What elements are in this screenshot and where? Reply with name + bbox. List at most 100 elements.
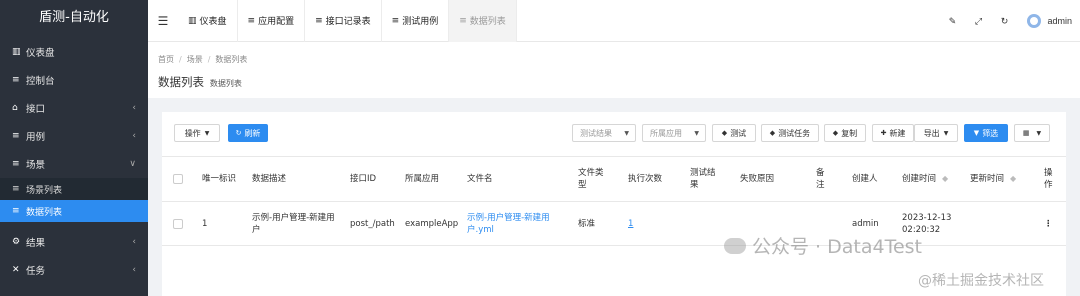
sidebar-item-label: 用例 — [26, 132, 46, 143]
plus-icon: ✚ — [880, 129, 887, 137]
top-right-tools: ✎ ⤢ ↻ admin — [939, 0, 1072, 42]
bank-icon: ⌂ — [12, 103, 18, 113]
sidebar-item-task[interactable]: ✕ 任务 ‹ — [0, 256, 148, 284]
select-all-checkbox[interactable] — [170, 157, 186, 201]
filter-icon: ▼ — [973, 129, 980, 137]
top-bar: ☰ ▥ 仪表盘 ≡ 应用配置 ≡ 接口记录表 ≡ 测试用例 ≡ 数据列表 ✎ ⤢… — [148, 0, 1080, 42]
app-brand: 盾测-自动化 — [39, 10, 109, 25]
filter-button[interactable]: ▼ 筛选 — [964, 124, 1008, 142]
test-button[interactable]: ◆ 测试 — [712, 124, 756, 142]
breadcrumb-item-scene[interactable]: 场景 — [187, 55, 203, 64]
fullscreen-icon[interactable]: ⤢ — [965, 16, 991, 27]
app-filter-select[interactable]: 所属应用 ▼ — [642, 124, 706, 142]
sidebar-item-label: 任务 — [26, 266, 46, 277]
expand-icon: ✕ — [12, 265, 20, 275]
column-header[interactable]: 执行次数 — [628, 157, 668, 201]
tab-label: 应用配置 — [258, 17, 295, 27]
table-header: 唯一标识 数据描述 接口ID 所属应用 文件名 文件类型 执行次数 测试结果 失… — [162, 156, 1066, 202]
tab-dashboard[interactable]: ▥ 仪表盘 — [178, 0, 238, 42]
pin-icon[interactable]: ✎ — [939, 16, 965, 27]
exec-count-link[interactable]: 1 — [628, 218, 633, 230]
chevron-left-icon: ‹ — [132, 131, 136, 141]
diamond-icon: ◆ — [832, 129, 839, 137]
sort-icon: ◆ — [1010, 174, 1017, 183]
tab-label: 仪表盘 — [199, 17, 227, 27]
caret-down-icon: ▼ — [1036, 129, 1042, 137]
column-header[interactable]: 数据描述 — [252, 157, 332, 201]
sidebar-item-label: 场景 — [26, 160, 46, 171]
table-toolbar: 操作 ▼ ↻ 刷新 测试结果 ▼ 所属应用 ▼ ◆ 测试 ◆ 测试任务 ◆ 复制… — [162, 112, 1066, 154]
columns-dropdown[interactable]: ▦ ▼ — [1014, 124, 1050, 142]
bar-chart-icon: ▥ — [188, 15, 197, 26]
row-checkbox[interactable] — [170, 202, 186, 245]
sidebar-item-scene[interactable]: ≡ 场景 ∨ — [0, 150, 148, 178]
test-task-button[interactable]: ◆ 测试任务 — [761, 124, 819, 142]
sidebar-item-label: 控制台 — [26, 76, 55, 87]
tab-data-list[interactable]: ≡ 数据列表 — [449, 0, 517, 42]
table-row[interactable]: 1 示例-用户管理-新建用户 post_/path exampleApp 示例-… — [162, 202, 1066, 246]
tab-app-config[interactable]: ≡ 应用配置 — [238, 0, 306, 42]
sidebar-subitem-scene-list[interactable]: ≡ 场景列表 — [0, 178, 148, 200]
column-header[interactable]: 唯一标识 — [202, 157, 236, 201]
column-header[interactable]: 所属应用 — [405, 157, 455, 201]
chevron-left-icon: ‹ — [132, 103, 136, 113]
cell-exec-count[interactable]: 1 — [628, 202, 668, 245]
sidebar-subitem-data-list[interactable]: ≡ 数据列表 — [0, 200, 148, 222]
list-icon: ≡ — [12, 206, 20, 216]
tab-api-records[interactable]: ≡ 接口记录表 — [305, 0, 382, 42]
column-header-updated[interactable]: 更新时间 ◆ — [970, 157, 1036, 201]
sidebar-item-dashboard[interactable]: ▥ 仪表盘 — [0, 38, 148, 66]
chevron-left-icon: ‹ — [132, 237, 136, 247]
caret-down-icon: ▼ — [694, 129, 699, 137]
result-filter-select[interactable]: 测试结果 ▼ — [572, 124, 636, 142]
breadcrumb-item-home[interactable]: 首页 — [158, 55, 174, 64]
sidebar-item-console[interactable]: ≡ 控制台 — [0, 66, 148, 94]
avatar[interactable] — [1027, 14, 1042, 28]
column-header[interactable]: 创建人 — [852, 157, 892, 201]
cell-file-type: 标准 — [578, 218, 596, 229]
sidebar-item-api[interactable]: ⌂ 接口 ‹ — [0, 94, 148, 122]
cubes-icon: ⚙ — [12, 237, 21, 247]
wechat-icon — [724, 237, 746, 254]
column-header-created[interactable]: 创建时间 ◆ — [902, 157, 962, 201]
column-header[interactable]: 失败原因 — [740, 157, 790, 201]
tab-test-cases[interactable]: ≡ 测试用例 — [382, 0, 450, 42]
sidebar-item-case[interactable]: ≡ 用例 ‹ — [0, 122, 148, 150]
grid-icon: ▦ — [1022, 129, 1030, 137]
actions-dropdown[interactable]: 操作 ▼ — [174, 124, 220, 142]
tab-label: 测试用例 — [402, 17, 439, 27]
export-dropdown[interactable]: 导出 ▼ — [914, 124, 958, 142]
column-header[interactable]: 备注 — [816, 157, 830, 201]
column-header[interactable]: 操作 — [1044, 157, 1058, 201]
sidebar-item-label: 接口 — [26, 104, 46, 115]
diamond-icon: ◆ — [769, 129, 776, 137]
cell-file[interactable]: 示例-用户管理-新建用户.yml — [467, 202, 557, 245]
caret-down-icon: ▼ — [624, 129, 629, 137]
sidebar-item-label: 仪表盘 — [26, 48, 55, 59]
file-link[interactable]: 示例-用户管理-新建用户.yml — [467, 212, 557, 236]
list-icon: ≡ — [247, 15, 256, 26]
page-header: 首页 / 场景 / 数据列表 数据列表 数据列表 — [148, 42, 1080, 98]
breadcrumb-item-current: 数据列表 — [215, 55, 248, 64]
list-icon: ≡ — [391, 15, 400, 26]
column-header[interactable]: 接口ID — [350, 157, 400, 201]
column-header[interactable]: 测试结果 — [690, 157, 716, 201]
sidebar-item-label: 结果 — [26, 238, 46, 249]
column-header[interactable]: 文件名 — [467, 157, 527, 201]
refresh-icon[interactable]: ↻ — [991, 16, 1017, 27]
cell-desc: 示例-用户管理-新建用户 — [252, 212, 335, 235]
menu-toggle-icon[interactable]: ☰ — [148, 14, 178, 28]
list-icon: ≡ — [12, 131, 20, 141]
breadcrumb: 首页 / 场景 / 数据列表 — [158, 55, 248, 64]
new-button[interactable]: ✚ 新建 — [872, 124, 914, 142]
list-icon: ≡ — [12, 159, 20, 169]
copy-button[interactable]: ◆ 复制 — [824, 124, 866, 142]
list-icon: ≡ — [459, 15, 467, 26]
content-card: 操作 ▼ ↻ 刷新 测试结果 ▼ 所属应用 ▼ ◆ 测试 ◆ 测试任务 ◆ 复制… — [162, 112, 1066, 296]
sidebar-item-result[interactable]: ⚙ 结果 ‹ — [0, 228, 148, 256]
more-icon[interactable]: ⋮ — [1044, 202, 1058, 245]
refresh-button[interactable]: ↻ 刷新 — [228, 124, 268, 142]
username[interactable]: admin — [1047, 16, 1072, 26]
watermark-juejin: @稀土掘金技术社区 — [918, 273, 1044, 289]
column-header[interactable]: 文件类型 — [578, 157, 604, 201]
